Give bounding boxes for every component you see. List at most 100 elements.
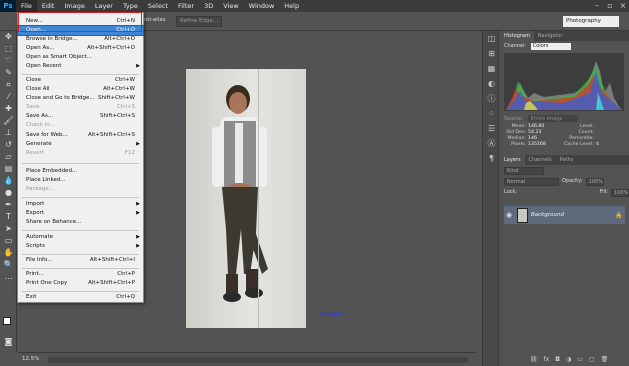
file-menu-item-export[interactable]: Export ▶ [18, 209, 143, 218]
quick-mask-icon[interactable]: ◙ [0, 336, 17, 348]
path-selection-tool-icon[interactable]: ➤ [0, 223, 17, 235]
marquee-tool-icon[interactable]: ⬚ [0, 43, 17, 55]
minimize-icon[interactable]: – [591, 0, 603, 12]
lasso-tool-icon[interactable]: ➰ [0, 55, 17, 67]
file-menu-item-import[interactable]: Import ▶ [18, 200, 143, 209]
menu-file[interactable]: File [16, 0, 37, 12]
file-menu-item-automate[interactable]: Automate ▶ [18, 233, 143, 242]
gradient-tool-icon[interactable]: ▤ [0, 163, 17, 175]
new-layer-icon[interactable]: ▢ [589, 356, 595, 363]
blend-mode-select[interactable]: Normal [504, 177, 559, 186]
menu-filter[interactable]: Filter [173, 0, 199, 12]
file-menu-item-browse-in-bridge[interactable]: Browse in Bridge... Alt+Ctrl+O [18, 35, 143, 44]
file-menu-item-print-one-copy[interactable]: Print One Copy Alt+Shift+Ctrl+P [18, 279, 143, 288]
shape-tool-icon[interactable]: ▭ [0, 235, 17, 247]
file-menu-item-file-info[interactable]: File Info... Alt+Shift+Ctrl+I [18, 256, 143, 265]
dodge-tool-icon[interactable]: ● [0, 187, 17, 199]
file-menu-item-close[interactable]: Close Ctrl+W [18, 76, 143, 85]
file-menu-item-exit[interactable]: Exit Ctrl+Q [18, 293, 143, 302]
add-mask-icon[interactable]: ◘ [555, 356, 560, 363]
quick-select-tool-icon[interactable]: ✎ [0, 67, 17, 79]
fill-input[interactable]: 100% [611, 188, 629, 197]
file-menu-item-open-recent[interactable]: Open Recent ▶ [18, 62, 143, 71]
file-menu-item-save-as[interactable]: Save As... Shift+Ctrl+S [18, 112, 143, 121]
paragraph-panel-icon[interactable]: ¶ [483, 151, 500, 166]
lock-icon[interactable]: 🔒 [615, 212, 625, 219]
file-menu-item-print[interactable]: Print... Ctrl+P [18, 270, 143, 279]
info-panel-icon[interactable]: ⓘ [483, 91, 500, 106]
refine-edge-button[interactable]: Refine Edge... [176, 16, 223, 27]
menu-help[interactable]: Help [279, 0, 304, 12]
zoom-tool-icon[interactable]: 🔍 [0, 259, 17, 271]
styles-panel-icon[interactable]: Ⓐ [483, 136, 500, 151]
file-menu-item-package[interactable]: Package... [18, 185, 143, 194]
opacity-input[interactable]: 100% [585, 177, 604, 186]
tab-channels[interactable]: Channels [525, 155, 556, 165]
visibility-eye-icon[interactable]: ◉ [504, 211, 514, 219]
history-panel-icon[interactable]: ◫ [483, 31, 500, 46]
tab-navigator[interactable]: Navigator [534, 31, 566, 41]
clone-stamp-tool-icon[interactable]: ⊥ [0, 127, 17, 139]
file-menu-item-check-in[interactable]: Check In... [18, 121, 143, 130]
brush-panel-icon[interactable]: ⁘ [483, 106, 500, 121]
workspace-select[interactable]: Photography [563, 16, 619, 27]
file-menu-item-open[interactable]: Open... Ctrl+O [17, 25, 144, 36]
eyedropper-tool-icon[interactable]: ⁄ [0, 91, 17, 103]
layer-style-icon[interactable]: fx [544, 356, 550, 363]
menu-edit[interactable]: Edit [37, 0, 60, 12]
photoshop-logo: Ps [0, 0, 16, 12]
blur-tool-icon[interactable]: 💧 [0, 175, 17, 187]
layer-background[interactable]: ◉ Background 🔒 [504, 206, 625, 224]
file-menu-item-place-embedded[interactable]: Place Embedded... [18, 167, 143, 176]
crop-tool-icon[interactable]: ⌗ [0, 79, 17, 91]
file-menu-item-save-for-web[interactable]: Save for Web... Alt+Shift+Ctrl+S [18, 131, 143, 140]
swatches-panel-icon[interactable]: ▦ [483, 61, 500, 76]
brush-tool-icon[interactable]: 🖌 [0, 115, 17, 127]
file-menu-item-new[interactable]: New... Ctrl+N [18, 17, 143, 26]
tab-layers[interactable]: Layers [500, 155, 525, 165]
channel-select[interactable]: Colors [530, 43, 571, 50]
close-icon[interactable]: × [617, 0, 629, 12]
maximize-icon[interactable]: ▫ [604, 0, 616, 12]
menu-layer[interactable]: Layer [90, 0, 118, 12]
source-select[interactable]: Entire Image [528, 115, 579, 122]
zoom-level[interactable]: 12.5% [22, 356, 39, 362]
hand-tool-icon[interactable]: ✋ [0, 247, 17, 259]
file-menu-item-open-as-smart-object[interactable]: Open as Smart Object... [18, 53, 143, 62]
move-tool-icon[interactable]: ✥ [0, 31, 17, 43]
menu-window[interactable]: Window [244, 0, 280, 12]
healing-brush-tool-icon[interactable]: ✚ [0, 103, 17, 115]
pen-tool-icon[interactable]: ✒ [0, 199, 17, 211]
tab-paths[interactable]: Paths [556, 155, 578, 165]
adjustments-panel-icon[interactable]: ☰ [483, 121, 500, 136]
file-menu-item-revert[interactable]: Revert F12 [18, 149, 143, 158]
properties-panel-icon[interactable]: ⊞ [483, 46, 500, 61]
file-menu-item-share-on-behance[interactable]: Share on Behance... [18, 218, 143, 227]
link-layers-icon[interactable]: ⛓ [530, 356, 538, 363]
menu-view[interactable]: View [218, 0, 243, 12]
file-menu-item-place-linked[interactable]: Place Linked... [18, 176, 143, 185]
new-group-icon[interactable]: ▭ [577, 356, 583, 363]
more-tools-icon[interactable]: … [0, 271, 17, 283]
tab-histogram[interactable]: Histogram [500, 31, 534, 41]
eraser-tool-icon[interactable]: ▱ [0, 151, 17, 163]
kind-filter-select[interactable]: Kind [504, 166, 544, 175]
file-menu-item-close-and-go-to-bridge[interactable]: Close and Go to Bridge... Shift+Ctrl+W [18, 94, 143, 103]
foreground-color-swatch[interactable] [3, 317, 11, 325]
horizontal-scrollbar[interactable] [48, 357, 468, 363]
file-menu-item-scripts[interactable]: Scripts ▶ [18, 242, 143, 251]
type-tool-icon[interactable]: T [0, 211, 17, 223]
menu-select[interactable]: Select [143, 0, 173, 12]
file-menu-item-open-as[interactable]: Open As... Alt+Shift+Ctrl+O [18, 44, 143, 53]
color-panel-icon[interactable]: ◐ [483, 76, 500, 91]
menu-item-label: Scripts [26, 243, 45, 249]
file-menu-item-close-all[interactable]: Close All Alt+Ctrl+W [18, 85, 143, 94]
menu-type[interactable]: Type [118, 0, 143, 12]
file-menu-item-generate[interactable]: Generate ▶ [18, 140, 143, 149]
file-menu-item-save[interactable]: Save Ctrl+S [18, 103, 143, 112]
adjustment-layer-icon[interactable]: ◑ [566, 356, 571, 363]
menu-3d[interactable]: 3D [199, 0, 218, 12]
delete-layer-icon[interactable]: 🗑 [601, 356, 609, 363]
menu-image[interactable]: Image [59, 0, 89, 12]
history-brush-tool-icon[interactable]: ↺ [0, 139, 17, 151]
